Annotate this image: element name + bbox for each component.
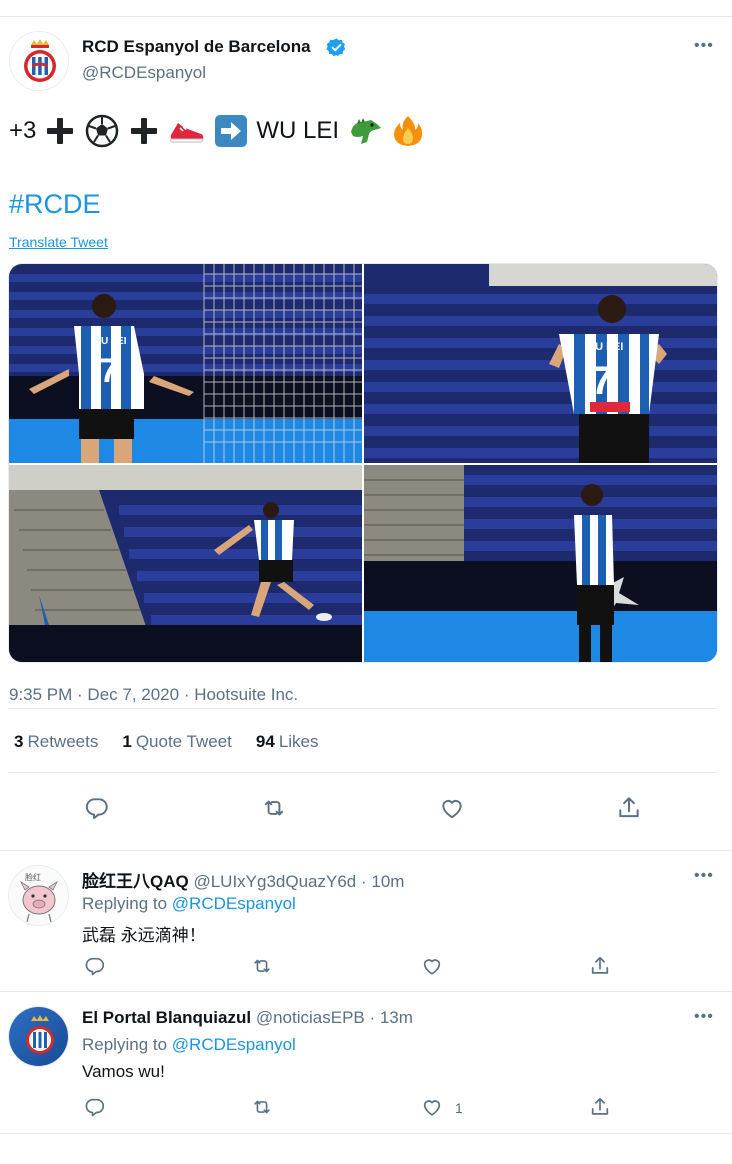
tweet-timestamp[interactable]: 9:35 PM · Dec 7, 2020 · Hootsuite Inc. — [9, 685, 298, 705]
author-name[interactable]: RCD Espanyol de Barcelona — [82, 37, 311, 57]
like-icon — [442, 800, 462, 819]
reply-avatar[interactable]: 脸红 — [8, 865, 69, 926]
reply-icon — [85, 798, 108, 820]
like-icon — [423, 1100, 441, 1116]
retweet-button[interactable] — [251, 955, 273, 977]
shirt-number-text: 7 — [591, 359, 613, 403]
reply-author-meta[interactable]: @noticiasEPB · 13m — [256, 1008, 413, 1027]
soccer-ball-icon — [86, 114, 119, 148]
tweet-photo-3[interactable] — [9, 465, 362, 662]
share-icon — [619, 797, 639, 818]
like-button[interactable] — [421, 955, 443, 977]
tweet-actions — [0, 788, 732, 822]
shirt-number-text: 7 — [100, 352, 119, 390]
media-grid: WU LEI 7 WU LEI 7 — [8, 263, 718, 663]
reply-tweet[interactable]: 脸红 脸红王八QAQ @LUIxYg3dQuazY6d · 10m ••• Re… — [0, 851, 732, 991]
likes-stat[interactable]: 94 Likes — [256, 732, 319, 752]
divider — [0, 1133, 732, 1134]
reply-icon — [85, 957, 105, 976]
tweet-text-suffix: WU LEI — [256, 117, 340, 144]
shirt-name-text: WU LEI — [585, 341, 624, 353]
celebration-photo-2: WU LEI 7 — [364, 264, 717, 463]
tweet-photo-4[interactable] — [364, 465, 717, 662]
verified-badge-icon — [326, 38, 346, 57]
tweet-stats: 3 Retweets 1 Quote Tweet 94 Likes — [14, 732, 319, 752]
reply-header: 脸红王八QAQ @LUIxYg3dQuazY6d · 10m — [82, 867, 404, 892]
dragon-icon — [351, 118, 382, 144]
reply-avatar[interactable] — [8, 1006, 69, 1067]
tweet-photo-1[interactable]: WU LEI 7 — [9, 264, 362, 463]
shirt-name-text: WU LEI — [92, 336, 127, 347]
fire-icon — [394, 116, 423, 146]
author-handle[interactable]: @RCDEspanyol — [82, 63, 206, 83]
divider — [8, 708, 718, 709]
hashtag-link[interactable]: #RCDE — [9, 189, 101, 220]
replying-to-link[interactable]: @RCDEspanyol — [172, 1035, 296, 1054]
reply-button[interactable] — [84, 795, 110, 821]
sneaker-icon — [170, 123, 204, 143]
reply-button[interactable] — [84, 955, 106, 977]
share-icon — [591, 956, 609, 974]
share-button[interactable] — [589, 955, 611, 977]
retweets-stat[interactable]: 3 Retweets — [14, 732, 98, 752]
replying-to: Replying to @RCDEspanyol — [82, 1035, 296, 1054]
like-button[interactable] — [421, 1096, 443, 1118]
like-button[interactable] — [439, 795, 465, 821]
tweet-text-prefix: +3 — [9, 117, 37, 144]
plus-icon — [131, 118, 158, 144]
top-divider — [0, 16, 732, 17]
retweet-icon — [254, 1100, 270, 1114]
celebration-photo-3 — [9, 465, 362, 662]
reply-text: Vamos wu! — [82, 1062, 165, 1081]
reply-author-name[interactable]: 脸红王八QAQ — [82, 872, 189, 891]
plus-icon — [47, 118, 74, 144]
retweet-button[interactable] — [261, 795, 287, 821]
replying-to: Replying to @RCDEspanyol — [82, 894, 296, 913]
celebration-photo-1: WU LEI 7 — [9, 264, 362, 463]
author-avatar[interactable] — [9, 31, 69, 91]
like-count: 1 — [455, 1100, 463, 1116]
reply-header: El Portal Blanquiazul @noticiasEPB · 13m — [82, 1008, 413, 1028]
arrow-right-icon — [215, 115, 248, 147]
svg-text:脸红: 脸红 — [25, 872, 41, 882]
reply-author-name[interactable]: El Portal Blanquiazul — [82, 1008, 251, 1027]
share-icon — [591, 1097, 609, 1115]
retweet-button[interactable] — [251, 1096, 273, 1118]
like-icon — [423, 959, 441, 975]
reply-icon — [85, 1098, 105, 1117]
reply-tweet[interactable]: El Portal Blanquiazul @noticiasEPB · 13m… — [0, 992, 732, 1132]
share-button[interactable] — [616, 795, 642, 821]
reply-button[interactable] — [84, 1096, 106, 1118]
replying-to-link[interactable]: @RCDEspanyol — [172, 894, 296, 913]
celebration-photo-4 — [364, 465, 717, 662]
retweet-icon — [264, 800, 284, 816]
quote-tweets-stat[interactable]: 1 Quote Tweet — [122, 732, 232, 752]
more-icon[interactable]: ••• — [694, 37, 714, 55]
retweet-icon — [254, 959, 270, 973]
espanyol-crest-avatar-icon — [9, 1007, 68, 1066]
reply-author-meta[interactable]: @LUIxYg3dQuazY6d · 10m — [193, 872, 404, 891]
more-icon[interactable]: ••• — [694, 1008, 714, 1026]
espanyol-crest-icon — [10, 32, 68, 90]
pig-sketch-avatar-icon: 脸红 — [9, 866, 68, 925]
tweet-photo-2[interactable]: WU LEI 7 — [364, 264, 717, 463]
translate-tweet-link[interactable]: Translate Tweet — [9, 234, 108, 250]
tweet-text: +3 WU LEI — [9, 111, 425, 151]
share-button[interactable] — [589, 1096, 611, 1118]
divider — [8, 772, 718, 773]
reply-text: 武磊 永远滴神！ — [82, 926, 206, 945]
more-icon[interactable]: ••• — [694, 867, 714, 885]
